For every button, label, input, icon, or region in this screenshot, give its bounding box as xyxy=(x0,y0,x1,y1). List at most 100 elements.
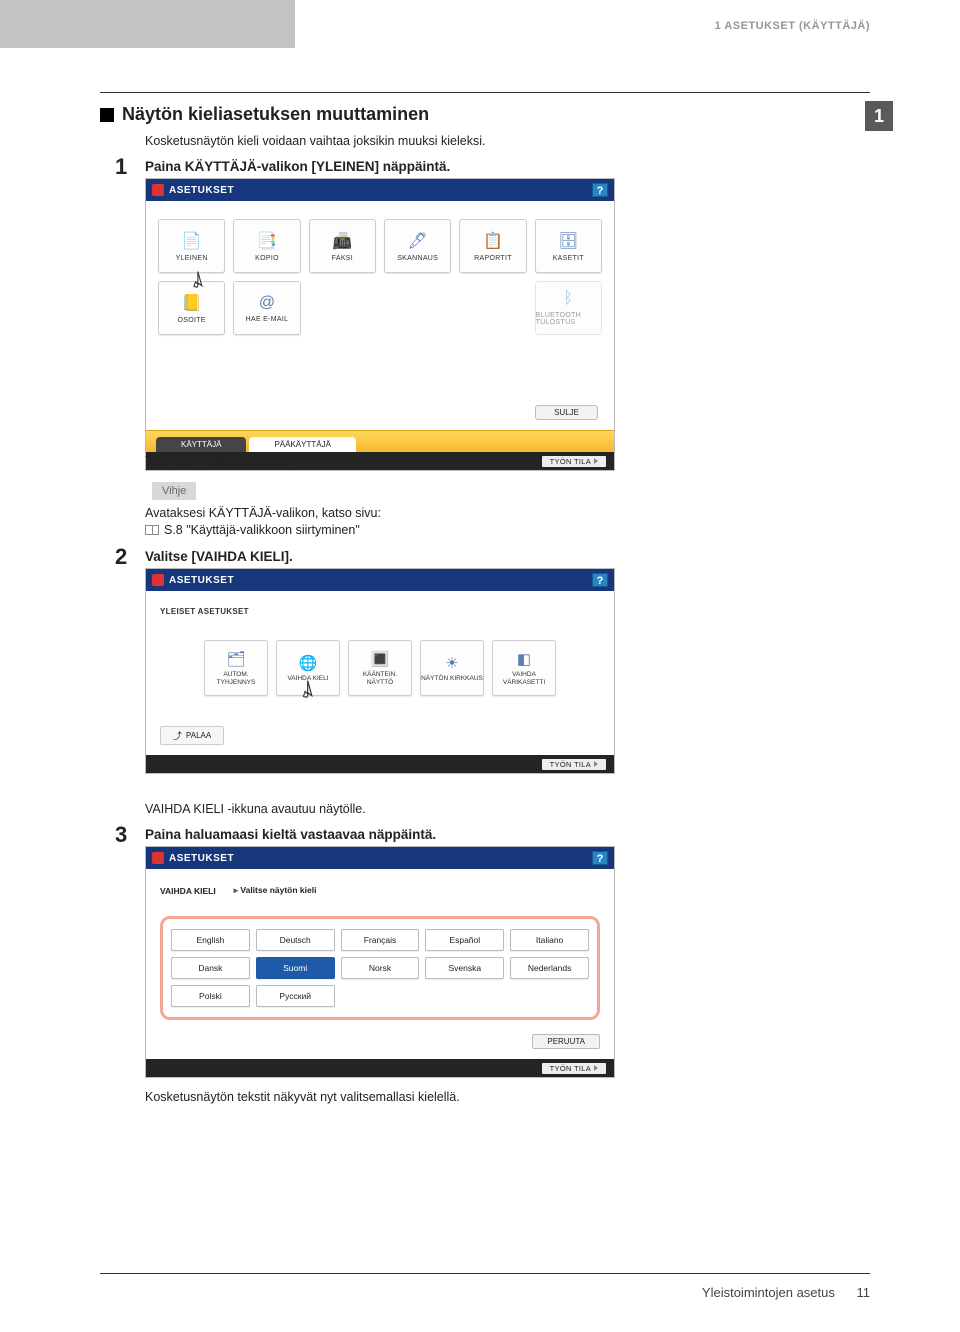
screen2-titlebar: ASETUKSET ? xyxy=(146,569,614,591)
section-title-text: Näytön kieliasetuksen muuttaminen xyxy=(122,104,429,125)
titlebar-left: ASETUKSET xyxy=(152,852,234,864)
btn-vaihda-varikasetti[interactable]: ◧VAIHDA VÄRIKASETTI xyxy=(492,640,556,696)
tab-kayttaja[interactable]: KÄYTTÄJÄ xyxy=(156,437,246,452)
btn-skannaus[interactable]: 🖋 SKANNAUS xyxy=(384,219,451,273)
book-icon xyxy=(145,525,159,535)
btn-yleinen[interactable]: 📄 YLEINEN xyxy=(158,219,225,273)
back-button[interactable]: ⤴ PALAA xyxy=(160,726,224,745)
lbl: KOPIO xyxy=(255,255,279,262)
screen1-titlebar: ASETUKSET ? xyxy=(146,179,614,201)
top-grey-bar xyxy=(0,0,295,48)
screen2-panel: ASETUKSET ? YLEISET ASETUKSET 🗂AUTOM. TY… xyxy=(145,568,615,774)
screen3-heading: VAIHDA KIELI ▸ Valitse näytön kieli xyxy=(146,869,614,910)
blank-space xyxy=(158,335,602,405)
screen1-panel: ASETUKSET ? 📄 YLEINEN 📑 KOPIO 📠FAKSI 🖋 SKA… xyxy=(145,178,615,471)
copy-icon: 📑 xyxy=(257,231,277,251)
screen3-statusbar: TYÖN TILA xyxy=(146,1059,614,1077)
btn-yleinen-label: YLEINEN xyxy=(176,255,208,262)
after-step3: Kosketusnäytön tekstit näkyvät nyt valit… xyxy=(145,1090,460,1104)
footer: Yleistoimintojen asetus 11 xyxy=(702,1285,870,1300)
lbl: KASETIT xyxy=(553,255,584,262)
titlebar-text: ASETUKSET xyxy=(169,185,234,196)
btn-kasetit[interactable]: 🗄KASETIT xyxy=(535,219,602,273)
screen3-panel: ASETUKSET ? VAIHDA KIELI ▸ Valitse näytö… xyxy=(145,846,615,1078)
lbl: SKANNAUS xyxy=(397,255,438,262)
scan-icon: 🖋 xyxy=(408,231,428,251)
address-icon: 📒 xyxy=(182,293,202,313)
tab-paakayttaja[interactable]: PÄÄKÄYTTÄJÄ xyxy=(249,437,355,452)
triangle-icon xyxy=(594,1065,598,1071)
screen3-subtitle-wrap: ▸ Valitse näytön kieli xyxy=(234,885,317,896)
up-arrow-icon: ⤴ xyxy=(173,729,182,742)
report-icon: 📋 xyxy=(483,231,503,251)
screen3-subtitle: Valitse näytön kieli xyxy=(240,885,316,895)
screen1-row1: 📄 YLEINEN 📑 KOPIO 📠FAKSI 🖋 SKANNAUS 📋RAPOR… xyxy=(158,219,602,273)
lbl: VAIHDA VÄRIKASETTI xyxy=(493,671,555,685)
help-icon[interactable]: ? xyxy=(592,183,608,197)
screen1-tabbar: KÄYTTÄJÄ PÄÄKÄYTTÄJÄ xyxy=(146,430,614,452)
lang-btn-english[interactable]: English xyxy=(171,929,250,951)
lang-btn-italiano[interactable]: Italiano xyxy=(510,929,589,951)
after-step2: VAIHDA KIELI -ikkuna avautuu näytölle. xyxy=(145,802,366,816)
square-bullet-icon xyxy=(100,108,114,122)
titlebar-text: ASETUKSET xyxy=(169,853,234,864)
cancel-button[interactable]: PERUUTA xyxy=(532,1034,600,1049)
status-text: TYÖN TILA xyxy=(550,1064,591,1073)
at-icon: @ xyxy=(259,294,275,312)
btn-osoite[interactable]: 📒OSOITE xyxy=(158,281,225,335)
top-rule xyxy=(100,92,870,93)
screen1-row2: 📒OSOITE @HAE E-MAIL ᛒBLUETOOTH TULOSTUS xyxy=(158,281,602,335)
doc-icon: 📄 xyxy=(182,231,202,251)
invert-icon: 🔳 xyxy=(371,650,390,668)
screen2-body: YLEISET ASETUKSET 🗂AUTOM. TYHJENNYS 🌐 VA… xyxy=(146,591,614,755)
help-icon[interactable]: ? xyxy=(592,851,608,865)
lang-btn-nederlands[interactable]: Nederlands xyxy=(510,957,589,979)
language-grid: English Deutsch FrançaisEspañol Italiano Dan… xyxy=(171,929,589,1007)
intro-text: Kosketusnäytön kieli voidaan vaihtaa jok… xyxy=(145,134,485,148)
btn-nayton-kirkkaus[interactable]: ☀NÄYTÖN KIRKKAUS xyxy=(420,640,484,696)
fax-icon: 📠 xyxy=(332,231,352,251)
lang-btn-русский[interactable]: Русский xyxy=(256,985,335,1007)
lang-btn-suomi[interactable]: Suomi xyxy=(256,957,335,979)
close-button[interactable]: SULJE xyxy=(535,405,598,420)
titlebar-left: ASETUKSET xyxy=(152,184,234,196)
btn-raportit[interactable]: 📋RAPORTIT xyxy=(459,219,526,273)
lang-btn-français[interactable]: Français xyxy=(341,929,420,951)
btn-autom-tyhjennys[interactable]: 🗂AUTOM. TYHJENNYS xyxy=(204,640,268,696)
lang-btn-deutsch[interactable]: Deutsch xyxy=(256,929,335,951)
help-icon[interactable]: ? xyxy=(592,573,608,587)
screen2-grid: 🗂AUTOM. TYHJENNYS 🌐 VAIHDA KIELI 🔳 KÄÄNTE… xyxy=(146,636,614,726)
screen3-title: VAIHDA KIELI xyxy=(160,886,216,896)
btn-vaihda-kieli[interactable]: 🌐 VAIHDA KIELI xyxy=(276,640,340,696)
screen1-bottom: SULJE xyxy=(158,405,602,420)
btn-hae-email[interactable]: @HAE E-MAIL xyxy=(233,281,300,335)
status-text: TYÖN TILA xyxy=(550,457,591,466)
hint-text-2: S.8 "Käyttäjä-valikkoon siirtyminen" xyxy=(145,523,360,537)
titlebar-left: ASETUKSET xyxy=(152,574,234,586)
lang-btn-svenska[interactable]: Svenska xyxy=(425,957,504,979)
screen2-back-row: ⤴ PALAA xyxy=(146,726,614,745)
status-text: TYÖN TILA xyxy=(550,760,591,769)
lbl: KÄÄNTEIN. NÄYTTÖ xyxy=(349,671,411,685)
hint-ref: S.8 "Käyttäjä-valikkoon siirtyminen" xyxy=(164,523,360,537)
step1-text: Paina KÄYTTÄJÄ-valikon [YLEINEN] näppäin… xyxy=(145,159,450,174)
lang-btn-norsk[interactable]: Norsk xyxy=(341,957,420,979)
brightness-icon: ☀ xyxy=(445,654,458,672)
status-button[interactable]: TYÖN TILA xyxy=(542,456,606,467)
screen3-titlebar: ASETUKSET ? xyxy=(146,847,614,869)
back-label: PALAA xyxy=(186,731,211,740)
lang-btn-dansk[interactable]: Dansk xyxy=(171,957,250,979)
lbl: BLUETOOTH TULOSTUS xyxy=(536,312,601,326)
btn-kopio[interactable]: 📑 KOPIO xyxy=(233,219,300,273)
step2-text: Valitse [VAIHDA KIELI]. xyxy=(145,549,293,564)
lang-btn-polski[interactable]: Polski xyxy=(171,985,250,1007)
status-button[interactable]: TYÖN TILA xyxy=(542,1063,606,1074)
btn-kaantein-naytto[interactable]: 🔳 KÄÄNTEIN. NÄYTTÖ xyxy=(348,640,412,696)
step3-number: 3 xyxy=(115,822,127,848)
status-button[interactable]: TYÖN TILA xyxy=(542,759,606,770)
calendar-icon: 🗂 xyxy=(226,650,245,668)
screen2-statusbar: TYÖN TILA xyxy=(146,755,614,773)
screen1-body: 📄 YLEINEN 📑 KOPIO 📠FAKSI 🖋 SKANNAUS 📋RAPOR… xyxy=(146,201,614,430)
btn-faksi[interactable]: 📠FAKSI xyxy=(309,219,376,273)
lang-btn-español[interactable]: Español xyxy=(425,929,504,951)
